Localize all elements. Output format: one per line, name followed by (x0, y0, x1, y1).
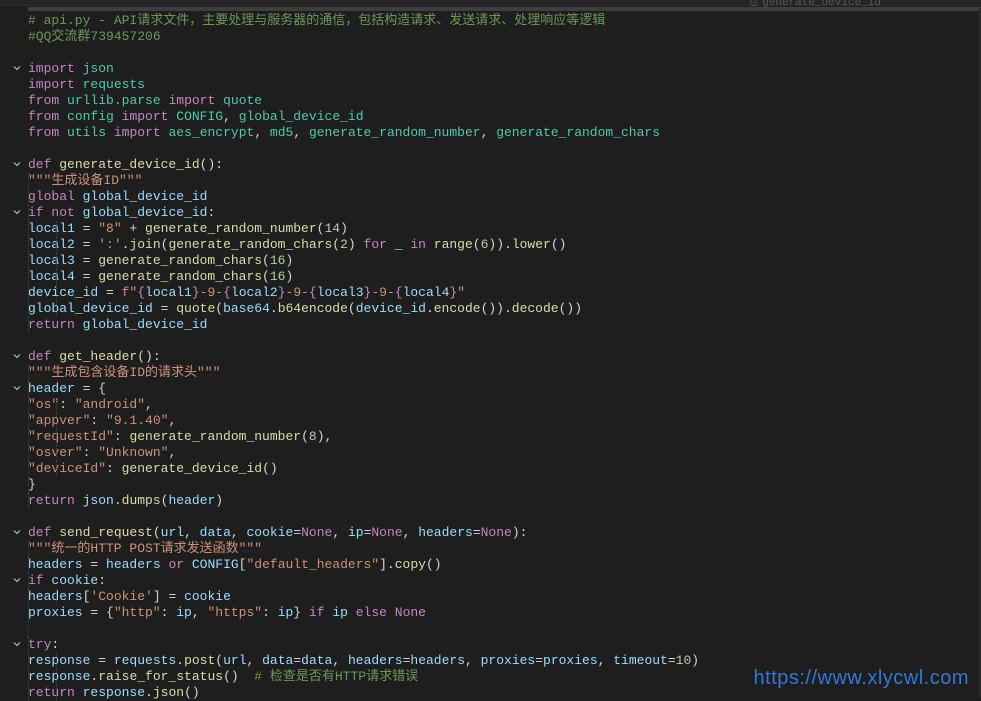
code-editor[interactable]: # api.py - API请求文件，主要处理与服务器的通信，包括构造请求、发送… (0, 11, 981, 701)
chevron-down-icon[interactable] (10, 205, 24, 219)
code-line (0, 45, 981, 61)
chevron-down-icon[interactable] (10, 637, 24, 651)
code-line: if cookie: (0, 573, 981, 589)
code-line: header = { (0, 381, 981, 397)
code-line: import requests (0, 77, 981, 93)
chevron-down-icon[interactable] (10, 349, 24, 363)
code-line: "deviceId": generate_device_id() (0, 461, 981, 477)
code-line: headers['Cookie'] = cookie (0, 589, 981, 605)
watermark-text: https://www.xlycwl.com (754, 667, 969, 690)
code-line: def send_request(url, data, cookie=None,… (0, 525, 981, 541)
comment: #QQ交流群739457206 (28, 29, 161, 44)
code-line: } (0, 477, 981, 493)
code-line: import json (0, 61, 981, 77)
tab-bar: ⊙ generate_device_id (0, 0, 981, 6)
chevron-down-icon[interactable] (10, 157, 24, 171)
code-line (0, 141, 981, 157)
code-line: """统一的HTTP POST请求发送函数""" (0, 541, 981, 557)
code-line: """生成设备ID""" (0, 173, 981, 189)
code-line: "requestId": generate_random_number(8), (0, 429, 981, 445)
chevron-down-icon[interactable] (10, 61, 24, 75)
code-line: device_id = f"{local1}-9-{local2}-9-{loc… (0, 285, 981, 301)
code-line: local3 = generate_random_chars(16) (0, 253, 981, 269)
code-line: def get_header(): (0, 349, 981, 365)
code-line (0, 333, 981, 349)
comment: # api.py - API请求文件，主要处理与服务器的通信，包括构造请求、发送… (28, 13, 605, 28)
chevron-down-icon[interactable] (10, 525, 24, 539)
code-line: "appver": "9.1.40", (0, 413, 981, 429)
code-line: from config import CONFIG, global_device… (0, 109, 981, 125)
code-line: return global_device_id (0, 317, 981, 333)
circle-icon: ⊙ (749, 0, 758, 10)
code-line: global_device_id = quote(base64.b64encod… (0, 301, 981, 317)
code-line: def generate_device_id(): (0, 157, 981, 173)
code-line: local2 = ':'.join(generate_random_chars(… (0, 237, 981, 253)
code-line: if not global_device_id: (0, 205, 981, 221)
code-line (0, 621, 981, 637)
code-line: return json.dumps(header) (0, 493, 981, 509)
code-line: local1 = "8" + generate_random_number(14… (0, 221, 981, 237)
code-line: local4 = generate_random_chars(16) (0, 269, 981, 285)
code-line: #QQ交流群739457206 (0, 29, 981, 45)
code-line: headers = headers or CONFIG["default_hea… (0, 557, 981, 573)
code-line (0, 509, 981, 525)
code-line: from utils import aes_encrypt, md5, gene… (0, 125, 981, 141)
code-line: global global_device_id (0, 189, 981, 205)
chevron-down-icon[interactable] (10, 573, 24, 587)
tab-label: generate_device_id (762, 0, 881, 9)
code-line: # api.py - API请求文件，主要处理与服务器的通信，包括构造请求、发送… (0, 13, 981, 29)
chevron-down-icon[interactable] (10, 381, 24, 395)
code-line: from urllib.parse import quote (0, 93, 981, 109)
tab-item[interactable]: ⊙ generate_device_id (749, 0, 881, 10)
code-line: "os": "android", (0, 397, 981, 413)
code-line: proxies = {"http": ip, "https": ip} if i… (0, 605, 981, 621)
code-line: "osver": "Unknown", (0, 445, 981, 461)
code-line: """生成包含设备ID的请求头""" (0, 365, 981, 381)
code-line: try: (0, 637, 981, 653)
